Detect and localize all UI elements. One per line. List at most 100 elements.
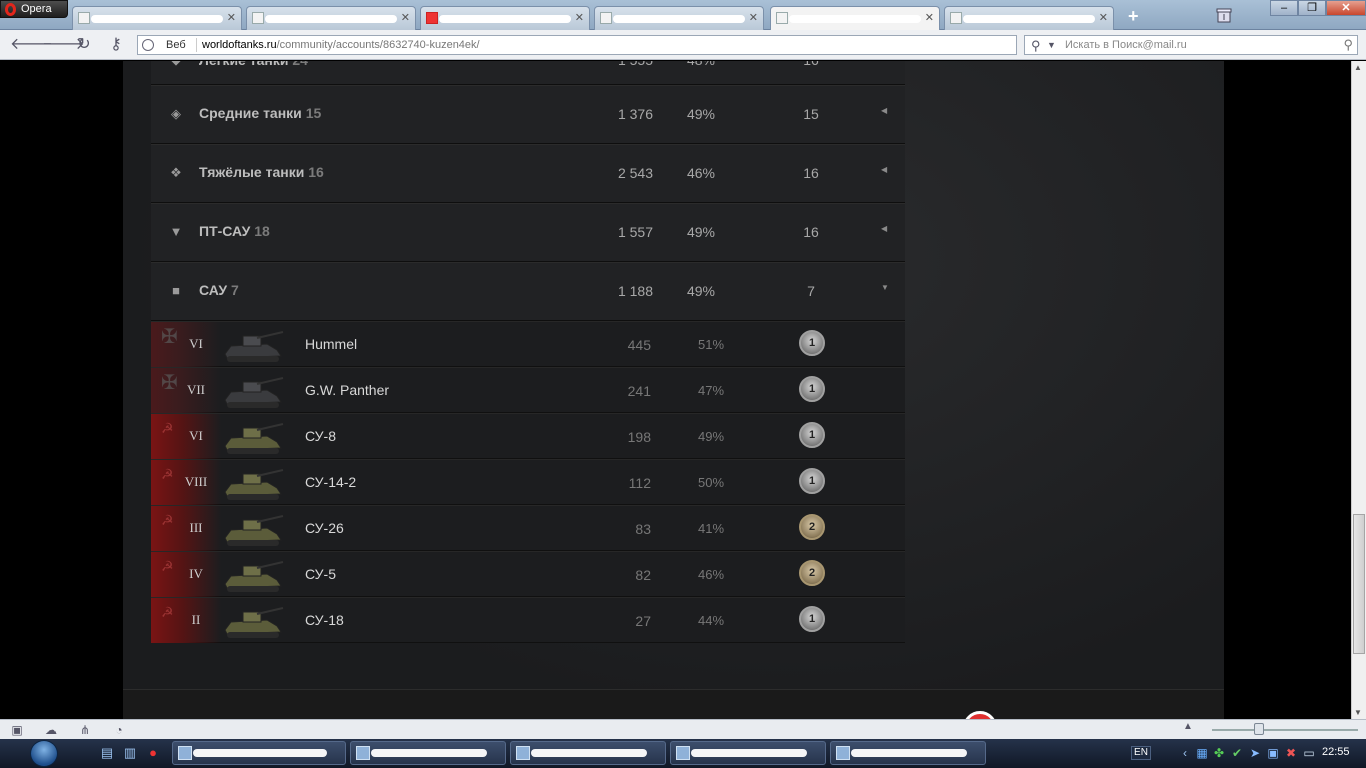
- close-tab-icon[interactable]: ✕: [227, 7, 236, 29]
- mastery-badge-icon: 1: [799, 468, 825, 494]
- mastery-badge-icon: 1: [799, 330, 825, 356]
- td-icon: ▼: [169, 224, 183, 239]
- new-tab-button[interactable]: +: [1128, 6, 1139, 26]
- search-submit-icon[interactable]: ⚲: [1343, 36, 1353, 54]
- close-window-button[interactable]: ✕: [1326, 0, 1366, 16]
- zoom-arrow-icon[interactable]: ▲: [1183, 721, 1193, 732]
- search-icon[interactable]: ⚲: [1031, 37, 1041, 55]
- close-tab-icon[interactable]: ✕: [1099, 7, 1108, 29]
- minimize-button[interactable]: –: [1270, 0, 1298, 16]
- chevron-left-icon[interactable]: ◀: [881, 106, 887, 115]
- class-win-rate: 49%: [686, 106, 716, 122]
- class-win-rate: 49%: [686, 224, 716, 240]
- obscured-task-title: [531, 749, 647, 757]
- close-tab-icon[interactable]: ✕: [575, 7, 584, 29]
- share-icon[interactable]: ⋔: [77, 722, 93, 738]
- tank-image: [224, 515, 284, 546]
- chevron-left-icon[interactable]: ◀: [881, 165, 887, 174]
- start-button[interactable]: [30, 740, 58, 767]
- browser-tab[interactable]: ✕: [944, 6, 1114, 30]
- cloud-icon[interactable]: ☁: [43, 722, 59, 738]
- panel-toggle-icon[interactable]: ▣: [9, 722, 25, 738]
- scroll-up-icon[interactable]: ▲: [1354, 63, 1362, 72]
- nation-emblem-icon: ☭: [161, 420, 174, 436]
- class-vehicle-count: 16: [781, 61, 841, 68]
- browser-tab-active[interactable]: ✕: [770, 6, 940, 31]
- vehicle-class-row[interactable]: ❖ Тяжёлые танки 16 2 543 46% 16 ◀: [151, 144, 905, 203]
- trash-icon[interactable]: [1215, 6, 1233, 24]
- quicklaunch-icon[interactable]: ▤: [99, 745, 115, 761]
- scroll-down-icon[interactable]: ▼: [1354, 708, 1362, 717]
- tank-tier: IV: [189, 566, 203, 581]
- vehicle-class-row[interactable]: ◆Лёгкие танки 241 55548%16◀: [151, 61, 905, 85]
- vehicle-class-row[interactable]: ■ САУ 7 1 188 49% 7 ▼: [151, 262, 905, 321]
- browser-tab[interactable]: ✕: [420, 6, 590, 30]
- medium-tank-icon: ◈: [171, 106, 181, 121]
- browser-tab[interactable]: ✕: [594, 6, 764, 30]
- tank-row[interactable]: ☭ VIII СУ-14-2 112 50% 1: [151, 459, 905, 505]
- opera-menu-button[interactable]: Opera: [0, 0, 68, 18]
- address-bar[interactable]: Веб worldoftanks.ru/community/accounts/8…: [137, 35, 1017, 55]
- tank-tier: II: [191, 612, 201, 627]
- forward-arrow-icon[interactable]: 🡒: [42, 36, 85, 54]
- taskbar-item[interactable]: [510, 741, 666, 765]
- scrollbar-thumb[interactable]: [1353, 514, 1365, 654]
- chevron-left-icon[interactable]: ◀: [881, 224, 887, 233]
- vehicle-class-row[interactable]: ◈ Средние танки 15 1 376 49% 15 ◀: [151, 85, 905, 144]
- language-indicator[interactable]: EN: [1131, 746, 1151, 760]
- page-icon: [252, 12, 264, 24]
- mastery-badge-icon: 1: [799, 376, 825, 402]
- tank-name: Hummel: [305, 336, 358, 352]
- obscured-tab-title: [91, 15, 223, 23]
- tray-expand-icon[interactable]: ‹: [1178, 746, 1192, 760]
- class-vehicle-count: 7: [807, 283, 815, 299]
- close-tab-icon[interactable]: ✕: [925, 7, 934, 29]
- opera-icon[interactable]: ●: [145, 745, 161, 761]
- zoom-slider[interactable]: [1212, 729, 1358, 731]
- check-icon[interactable]: ✔: [1230, 746, 1244, 760]
- window-controls: – ❐ ✕: [1270, 0, 1366, 16]
- browser-tab[interactable]: ✕: [246, 6, 416, 30]
- tank-row[interactable]: ☭ IV СУ-5 82 46% 2: [151, 551, 905, 597]
- taskbar-item[interactable]: [350, 741, 506, 765]
- reload-icon[interactable]: ↻: [74, 36, 94, 54]
- yandex-icon: [426, 12, 438, 24]
- network-icon[interactable]: ▦: [1195, 746, 1209, 760]
- display-icon[interactable]: ▭: [1302, 746, 1316, 760]
- taskbar-item[interactable]: [670, 741, 826, 765]
- class-name: Лёгкие танки 24: [199, 61, 308, 68]
- taskbar-item[interactable]: [172, 741, 346, 765]
- taskbar-item[interactable]: [830, 741, 986, 765]
- close-tab-icon[interactable]: ✕: [401, 7, 410, 29]
- key-icon[interactable]: ⚷: [106, 36, 126, 54]
- send-icon[interactable]: ➤: [1248, 746, 1262, 760]
- restore-button[interactable]: ❐: [1298, 0, 1326, 16]
- search-field[interactable]: ⚲ ▼ Искать в Поиск@mail.ru ⚲: [1024, 35, 1358, 55]
- search-input[interactable]: Искать в Поиск@mail.ru: [1065, 36, 1187, 54]
- tank-row[interactable]: ✠ VI Hummel 445 51% 1: [151, 321, 905, 367]
- chevron-down-icon[interactable]: ▼: [881, 283, 889, 292]
- clover-icon[interactable]: ✤: [1212, 746, 1226, 760]
- speed-dial-icon[interactable]: ◔: [111, 722, 127, 738]
- tank-image: [224, 469, 284, 500]
- page-icon: [600, 12, 612, 24]
- mastery-badge-icon: 1: [799, 422, 825, 448]
- antivirus-icon[interactable]: ✖: [1284, 746, 1298, 760]
- browser-tab[interactable]: ✕: [72, 6, 242, 30]
- close-tab-icon[interactable]: ✕: [749, 7, 758, 29]
- chevron-down-icon[interactable]: ▼: [1047, 36, 1056, 54]
- url-text[interactable]: worldoftanks.ru/community/accounts/86327…: [202, 36, 480, 54]
- save-icon[interactable]: ▥: [122, 745, 138, 761]
- back-arrow-icon[interactable]: 🡐: [10, 36, 53, 54]
- tank-row[interactable]: ☭ VI СУ-8 198 49% 1: [151, 413, 905, 459]
- windows-taskbar: ▤ ▥ ● EN ‹ ▦ ✤ ✔ ➤ ▣ ✖ ▭ 22:55: [0, 739, 1366, 768]
- vertical-scrollbar[interactable]: ▲ ▼: [1351, 61, 1366, 719]
- vehicle-class-row[interactable]: ▼ ПТ-САУ 18 1 557 49% 16 ◀: [151, 203, 905, 262]
- nation-emblem-icon: ☭: [161, 604, 174, 620]
- zoom-slider-knob[interactable]: [1254, 723, 1264, 735]
- tank-row[interactable]: ☭ III СУ-26 83 41% 2: [151, 505, 905, 551]
- tank-row[interactable]: ✠ VII G.W. Panther 241 47% 1: [151, 367, 905, 413]
- windows-icon[interactable]: ▣: [1266, 746, 1280, 760]
- tank-tier: VIII: [184, 474, 208, 489]
- tank-row[interactable]: ☭ II СУ-18 27 44% 1: [151, 597, 905, 643]
